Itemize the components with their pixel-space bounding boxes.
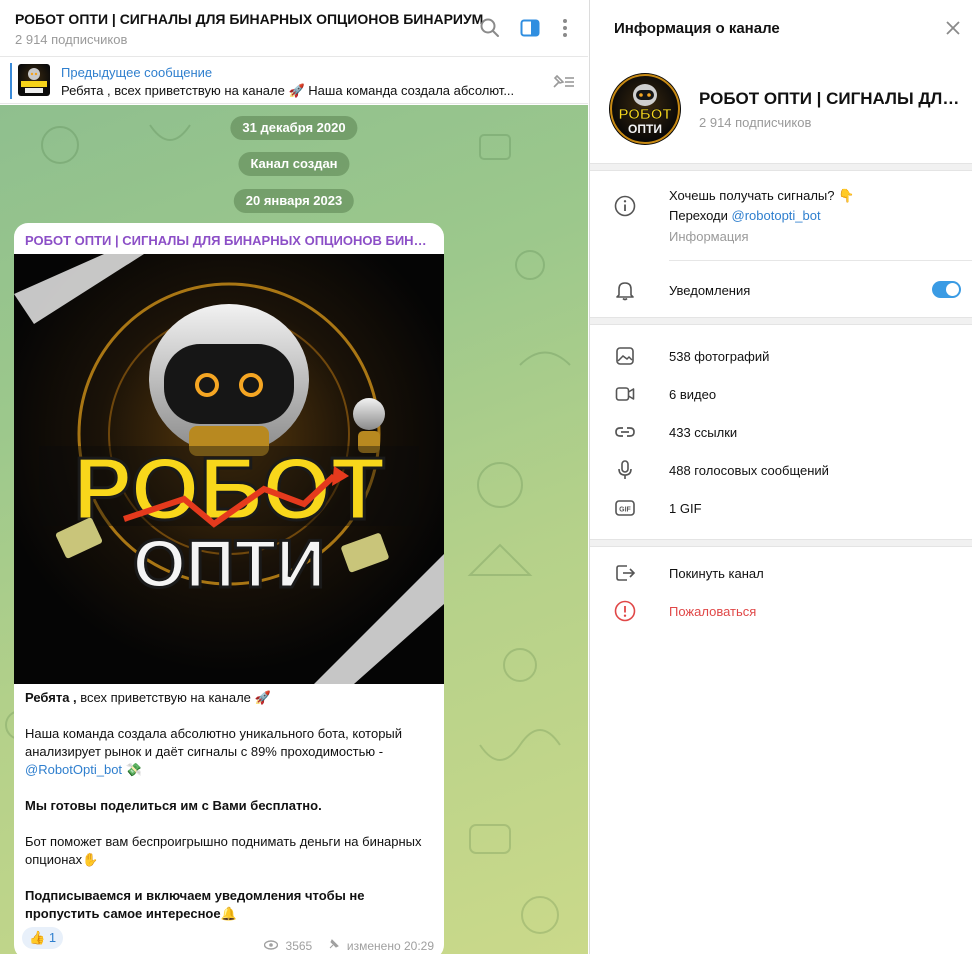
search-icon[interactable] [479, 17, 501, 39]
notifications-label: Уведомления [669, 283, 751, 298]
post-paragraph-4: Бот поможет вам беспроигрышно поднимать … [25, 834, 422, 867]
pin-icon [329, 939, 339, 949]
bot-link[interactable]: @RobotOpti_bot [25, 762, 122, 777]
channel-info-panel: Информация о канале РОБОТ ОПТИ РОБОТ ОПТ… [589, 0, 972, 954]
channel-subscribers: 2 914 подписчиков [699, 115, 812, 130]
report-label: Пожаловаться [669, 604, 757, 619]
post-meta: 3565 изменено 20:29 [263, 938, 434, 953]
pinned-label: Предыдущее сообщение [61, 65, 213, 80]
video-icon [615, 387, 635, 401]
more-vertical-icon[interactable] [554, 17, 576, 39]
section-separator [590, 539, 972, 547]
chat-title[interactable]: РОБОТ ОПТИ | СИГНАЛЫ ДЛЯ БИНАРНЫХ ОПЦИОН… [15, 11, 483, 27]
post-greeting-rest: всех приветствую на канале 🚀 [76, 690, 271, 705]
chat-header[interactable]: РОБОТ ОПТИ | СИГНАЛЫ ДЛЯ БИНАРНЫХ ОПЦИОН… [0, 0, 588, 57]
reaction-chip[interactable]: 👍 1 [22, 927, 64, 949]
post-paragraph-5: Подписываемся и включаем уведомления что… [25, 888, 365, 921]
toggle-knob [946, 283, 959, 296]
unpin-list-icon[interactable] [550, 71, 576, 91]
thumbs-up-emoji: 👍 [29, 930, 46, 945]
leave-icon [616, 565, 636, 581]
about-caption: Информация [669, 229, 749, 244]
channel-name: РОБОТ ОПТИ | СИГНАЛЫ ДЛЯ ... [699, 89, 964, 108]
chat-wallpaper: 31 декабря 2020 Канал создан 20 января 2… [0, 105, 588, 954]
info-title: Информация о канале [614, 20, 780, 37]
info-icon [614, 195, 636, 217]
post-greeting-bold: Ребята , [25, 690, 77, 705]
report-icon [614, 600, 636, 622]
about-bot-link[interactable]: @robotopti_bot [732, 208, 821, 223]
divider [669, 260, 972, 261]
post-paragraph-3: Мы готовы поделиться им с Вами бесплатно… [25, 798, 322, 813]
svg-text:GIF: GIF [619, 507, 631, 514]
chat-subscribers: 2 914 подписчиков [15, 32, 128, 47]
image-logo-line2: ОПТИ [133, 526, 325, 602]
date-separator: 20 января 2023 [233, 189, 355, 213]
post-channel-name[interactable]: РОБОТ ОПТИ | СИГНАЛЫ ДЛЯ БИНАРНЫХ ОПЦИОН… [25, 233, 435, 248]
microphone-icon [618, 460, 632, 479]
media-label-videos: 6 видео [669, 387, 717, 402]
reaction-count: 1 [48, 930, 57, 945]
channel-avatar[interactable]: РОБОТ ОПТИ [609, 73, 681, 145]
section-separator [590, 317, 972, 325]
leave-channel-label: Покинуть канал [669, 566, 764, 581]
pinned-text: Ребята , всех приветствую на канале 🚀 На… [61, 83, 515, 98]
link-icon [615, 427, 635, 437]
avatar-logo-line1: РОБОТ [618, 106, 671, 123]
channel-post[interactable]: РОБОТ ОПТИ | СИГНАЛЫ ДЛЯ БИНАРНЫХ ОПЦИОН… [14, 223, 444, 954]
edited-time: изменено 20:29 [346, 939, 434, 953]
sidebar-toggle-icon[interactable] [519, 17, 541, 39]
media-label-gif: 1 GIF [669, 501, 702, 516]
bell-icon [616, 282, 634, 301]
media-label-links: 433 ссылки [669, 425, 738, 440]
media-label-photos: 538 фотографий [669, 349, 770, 364]
eye-icon [263, 940, 279, 950]
about-prefix: Переходи [669, 208, 732, 223]
date-separator: 31 декабря 2020 [230, 116, 358, 140]
post-paragraph-2: Наша команда создала абсолютно уникально… [25, 726, 403, 759]
about-line-2: Переходи @robotopti_bot [669, 208, 821, 223]
notifications-toggle[interactable] [932, 281, 961, 298]
pinned-accent-bar [10, 63, 12, 99]
close-icon[interactable] [945, 20, 961, 36]
views-count: 3565 [285, 939, 313, 953]
post-link-emoji: 💸 [122, 762, 142, 777]
avatar-logo-line2: ОПТИ [628, 122, 662, 136]
pinned-message-bar[interactable]: Предыдущее сообщение Ребята , всех приве… [0, 58, 588, 104]
gif-icon: GIF [615, 500, 635, 516]
info-header: Информация о канале [590, 0, 972, 57]
pinned-thumbnail [18, 64, 50, 96]
media-label-voice: 488 голосовых сообщений [669, 463, 829, 478]
post-text: Ребята , всех приветствую на канале 🚀 На… [25, 689, 435, 923]
photo-icon [616, 347, 634, 365]
chat-panel: РОБОТ ОПТИ | СИГНАЛЫ ДЛЯ БИНАРНЫХ ОПЦИОН… [0, 0, 588, 954]
image-logo-line1: РОБОТ [73, 439, 384, 538]
section-separator [590, 163, 972, 171]
about-line-1: Хочешь получать сигналы? 👇 [669, 188, 855, 203]
post-image[interactable]: РОБОТ ОПТИ [14, 254, 444, 684]
service-message: Канал создан [238, 152, 350, 176]
